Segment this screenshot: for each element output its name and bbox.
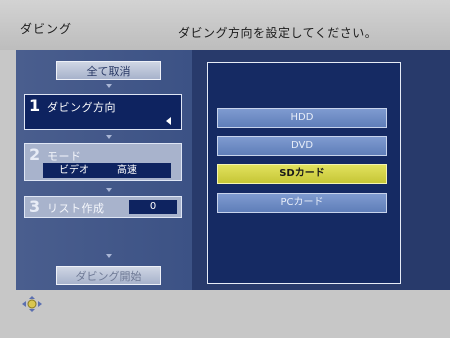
dpad-icon bbox=[22, 296, 42, 312]
mode-speed: 高速 bbox=[117, 165, 137, 176]
arrow-down-icon bbox=[106, 84, 112, 88]
step-number: 2 bbox=[29, 145, 41, 164]
step-number: 1 bbox=[29, 96, 41, 115]
option-pc-card[interactable]: PCカード bbox=[217, 193, 387, 213]
step-label: モード bbox=[47, 150, 82, 163]
step-label: ダビング方向 bbox=[47, 101, 116, 114]
arrow-down-icon bbox=[106, 188, 112, 192]
option-hdd[interactable]: HDD bbox=[217, 108, 387, 128]
option-dvd[interactable]: DVD bbox=[217, 136, 387, 156]
step-label: リスト作成 bbox=[47, 202, 105, 215]
instruction-message: ダビング方向を設定してください。 bbox=[178, 26, 378, 40]
header-bar: ダビング ダビング方向を設定してください。 bbox=[0, 0, 450, 50]
list-count-box: 0 bbox=[129, 200, 177, 214]
screen-title: ダビング bbox=[20, 22, 73, 36]
cancel-all-button[interactable]: 全て取消 bbox=[56, 61, 161, 80]
step-create-list[interactable]: 3 リスト作成 0 bbox=[24, 196, 182, 218]
arrow-down-icon bbox=[106, 254, 112, 258]
mode-value-box: ビデオ 高速 bbox=[43, 163, 171, 178]
step-mode[interactable]: 2 モード ビデオ 高速 bbox=[24, 143, 182, 181]
step-number: 3 bbox=[29, 197, 41, 216]
start-dubbing-button[interactable]: ダビング開始 bbox=[56, 266, 161, 285]
step-dubbing-direction[interactable]: 1 ダビング方向 bbox=[24, 94, 182, 130]
arrow-down-icon bbox=[106, 135, 112, 139]
option-sd-card[interactable]: SDカード bbox=[217, 164, 387, 184]
mode-media: ビデオ bbox=[59, 165, 89, 176]
triangle-left-icon bbox=[166, 117, 171, 125]
